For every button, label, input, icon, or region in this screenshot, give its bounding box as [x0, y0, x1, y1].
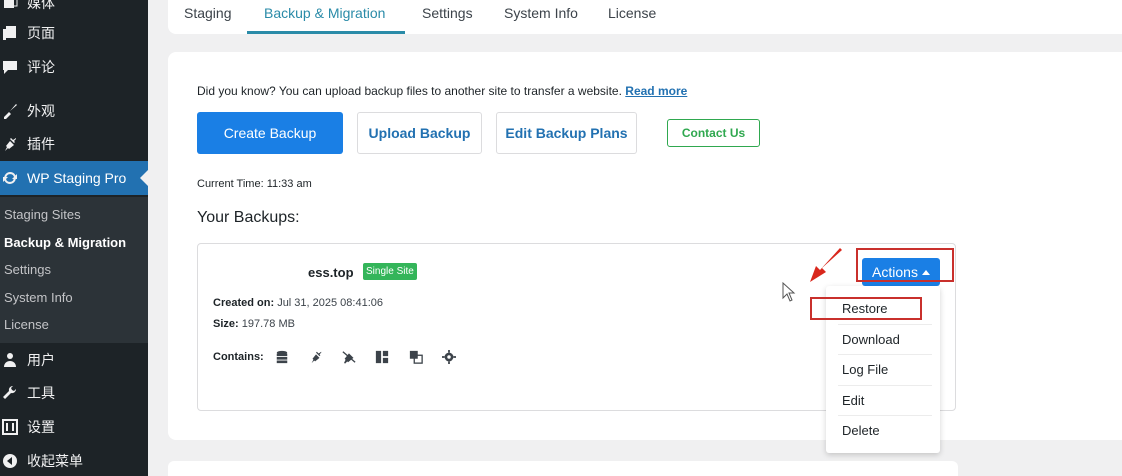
created-on: Created on: Jul 31, 2025 08:41:06 — [213, 297, 383, 309]
tip-text: Did you know? You can upload backup file… — [197, 84, 687, 98]
plugins-icon — [307, 348, 325, 366]
collapse-icon — [0, 451, 20, 471]
media-icon — [407, 348, 425, 366]
menu-item-edit[interactable]: Edit — [842, 393, 864, 408]
menu-label: 媒体 — [27, 0, 55, 11]
plugin-tabs: Staging Backup & Migration Settings Syst… — [168, 0, 1122, 34]
read-more-link[interactable]: Read more — [625, 84, 687, 98]
divider — [838, 415, 932, 416]
current-time: Current Time: 11:33 am — [197, 178, 312, 190]
divider — [838, 324, 932, 325]
tools-icon — [0, 383, 20, 403]
menu-item-wp-staging-pro[interactable]: WP Staging Pro — [0, 161, 148, 195]
menu-item-plugins[interactable]: 插件 — [0, 127, 148, 161]
your-backups-heading: Your Backups: — [197, 209, 300, 226]
backup-size: Size: 197.78 MB — [213, 318, 295, 330]
upload-backup-button[interactable]: Upload Backup — [357, 112, 482, 154]
divider — [838, 385, 932, 386]
menu-label: 评论 — [27, 59, 55, 75]
menu-item-delete[interactable]: Delete — [842, 423, 880, 438]
menu-label: 页面 — [27, 25, 55, 41]
size-value: 197.78 MB — [241, 318, 295, 330]
menu-item-log-file[interactable]: Log File — [842, 362, 888, 377]
menu-item-collapse[interactable]: 收起菜单 — [0, 444, 148, 476]
settings-icon — [440, 348, 458, 366]
themes-icon — [373, 348, 391, 366]
annotation-arrow-icon — [810, 248, 842, 282]
plugins-icon — [0, 134, 20, 154]
contains-label: Contains: — [213, 351, 264, 363]
tab-staging[interactable]: Staging — [184, 0, 231, 34]
submenu-staging-sites[interactable]: Staging Sites — [4, 207, 81, 222]
menu-item-appearance[interactable]: 外观 — [0, 94, 148, 128]
menu-label: 插件 — [27, 136, 55, 152]
menu-label: 外观 — [27, 103, 55, 119]
tab-backup-migration[interactable]: Backup & Migration — [247, 0, 405, 34]
menu-label: 收起菜单 — [27, 453, 83, 469]
comments-icon — [0, 57, 20, 77]
menu-label: 工具 — [27, 385, 55, 401]
annotation-highlight-actions — [856, 248, 954, 282]
menu-item-settings[interactable]: 设置 — [0, 410, 148, 444]
mouse-cursor-icon — [782, 282, 796, 302]
current-time-label: Current Time: — [197, 178, 264, 190]
backup-panel: Did you know? You can upload backup file… — [168, 52, 1122, 440]
menu-item-pages[interactable]: 页面 — [0, 16, 148, 50]
appearance-icon — [0, 101, 20, 121]
menu-label: 设置 — [27, 419, 55, 435]
submenu-backup-migration[interactable]: Backup & Migration — [4, 235, 126, 250]
created-on-label: Created on: — [213, 297, 275, 309]
wp-staging-submenu: Staging Sites Backup & Migration Setting… — [0, 197, 148, 343]
pages-icon — [0, 23, 20, 43]
current-time-value: 11:33 am — [266, 178, 312, 190]
settings-icon — [0, 417, 20, 437]
tip-message: Did you know? You can upload backup file… — [197, 84, 622, 98]
menu-label: 用户 — [27, 352, 55, 368]
size-label: Size: — [213, 318, 239, 330]
create-backup-button[interactable]: Create Backup — [197, 112, 343, 154]
tab-settings[interactable]: Settings — [422, 0, 473, 34]
media-icon — [0, 0, 20, 13]
edit-backup-plans-button[interactable]: Edit Backup Plans — [496, 112, 637, 154]
divider — [838, 354, 932, 355]
backup-site-name: ess.top — [308, 265, 354, 280]
users-icon — [0, 350, 20, 370]
created-on-value: Jul 31, 2025 08:41:06 — [277, 297, 383, 309]
menu-label: WP Staging Pro — [27, 170, 127, 186]
tab-license[interactable]: License — [608, 0, 656, 34]
next-panel — [168, 461, 958, 476]
submenu-license[interactable]: License — [4, 317, 49, 332]
database-icon — [273, 348, 291, 366]
sync-icon — [0, 168, 20, 188]
menu-item-download[interactable]: Download — [842, 332, 900, 347]
single-site-badge: Single Site — [363, 263, 417, 280]
menu-item-comments[interactable]: 评论 — [0, 50, 148, 84]
mu-plugins-icon — [340, 348, 358, 366]
submenu-system-info[interactable]: System Info — [4, 290, 73, 305]
contact-us-button[interactable]: Contact Us — [667, 119, 760, 147]
menu-item-tools[interactable]: 工具 — [0, 376, 148, 410]
admin-sidebar: 媒体 页面 评论 外观 插件 WP Staging Pro Staging Si… — [0, 0, 148, 476]
submenu-settings[interactable]: Settings — [4, 262, 51, 277]
annotation-highlight-restore — [810, 297, 922, 320]
menu-item-users[interactable]: 用户 — [0, 343, 148, 377]
tab-system-info[interactable]: System Info — [504, 0, 578, 34]
